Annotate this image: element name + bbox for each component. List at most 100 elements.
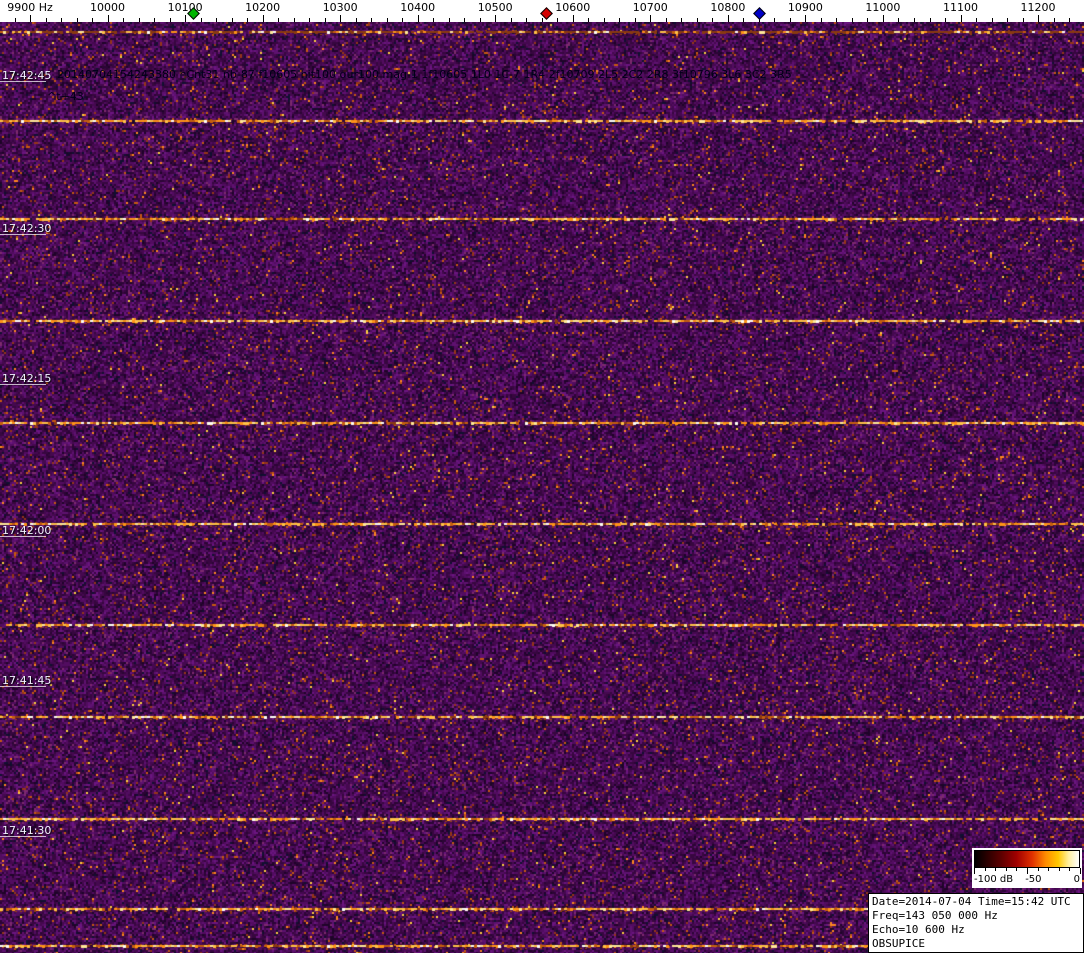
- freq-minor-tick: [247, 18, 249, 22]
- freq-minor-tick: [200, 18, 202, 22]
- freq-minor-tick: [154, 18, 156, 22]
- freq-tick-label: 9900 Hz: [7, 1, 53, 14]
- freq-major-tick: [572, 15, 574, 22]
- time-tick-line: [0, 81, 46, 82]
- time-tick-line: [0, 686, 46, 687]
- freq-major-tick: [805, 15, 807, 22]
- freq-minor-tick: [45, 18, 47, 22]
- freq-major-tick: [495, 15, 497, 22]
- freq-minor-tick: [681, 18, 683, 22]
- freq-tick-label: 11200: [1020, 1, 1056, 14]
- freq-minor-tick: [898, 18, 900, 22]
- freq-major-tick: [30, 15, 31, 22]
- freq-minor-tick: [92, 18, 93, 22]
- freq-minor-tick: [402, 18, 404, 22]
- legend-mid-label: -50: [1025, 874, 1042, 885]
- freq-major-tick: [650, 15, 652, 22]
- freq-minor-tick: [541, 18, 543, 22]
- info-freq-line: Freq=143 050 000 Hz: [872, 909, 998, 922]
- legend-tick: [1058, 868, 1060, 871]
- legend-min-label: -100 dB: [974, 874, 1014, 885]
- freq-minor-tick: [278, 18, 280, 22]
- freq-tick-label: 10500: [477, 1, 513, 14]
- legend-tick: [984, 868, 986, 871]
- freq-minor-tick: [309, 18, 311, 22]
- info-station-line: OBSUPICE: [872, 937, 925, 950]
- freq-tick-label: 11100: [943, 1, 978, 14]
- freq-minor-tick: [820, 18, 822, 22]
- legend-label-row: -100 dB -50 0: [974, 874, 1080, 886]
- freq-minor-tick: [479, 18, 481, 22]
- freq-minor-tick: [774, 18, 776, 22]
- station-info-box: Date=2014-07-04 Time=15:42 UTC Freq=143 …: [868, 893, 1084, 953]
- freq-minor-tick: [293, 18, 295, 22]
- legend-tick: [1016, 868, 1018, 871]
- time-tick-line: [0, 384, 46, 385]
- legend-tick: [1069, 868, 1071, 871]
- freq-minor-tick: [14, 18, 16, 22]
- info-date-line: Date=2014-07-04 Time=15:42 UTC: [872, 895, 1071, 908]
- freq-tick-label: 10800: [710, 1, 746, 14]
- freq-minor-tick: [665, 18, 667, 22]
- color-gradient-bar: [974, 850, 1080, 868]
- freq-major-tick: [185, 15, 187, 22]
- freq-minor-tick: [588, 18, 590, 22]
- marker-blue-diamond[interactable]: [753, 7, 766, 20]
- freq-tick-label: 10700: [632, 1, 668, 14]
- freq-minor-tick: [324, 18, 326, 22]
- freq-minor-tick: [61, 18, 62, 22]
- spectrogram-canvas[interactable]: [0, 22, 1084, 953]
- spectrogram-screen: 9900 Hz 10000 10100 10200 10300 10400 10500 106…: [0, 0, 1084, 953]
- freq-minor-tick: [371, 18, 373, 22]
- freq-minor-tick: [386, 18, 388, 22]
- freq-minor-tick: [355, 18, 357, 22]
- freq-minor-tick: [634, 18, 636, 22]
- freq-major-tick: [107, 15, 109, 22]
- freq-major-tick: [882, 15, 884, 22]
- freq-minor-tick: [603, 18, 605, 22]
- event-annotation: 20140704154243380 hCnt31 nb-87 f10605 hi…: [57, 68, 792, 81]
- freq-major-tick: [1038, 15, 1039, 22]
- freq-minor-tick: [1053, 18, 1055, 22]
- freq-minor-tick: [945, 18, 946, 22]
- freq-minor-tick: [991, 18, 993, 22]
- freq-minor-tick: [448, 18, 450, 22]
- time-tick-line: [0, 836, 46, 837]
- freq-major-tick: [262, 15, 264, 22]
- freq-major-tick: [417, 15, 419, 22]
- event-note: ^t+43: [47, 90, 84, 103]
- freq-minor-tick: [914, 18, 915, 22]
- freq-minor-tick: [789, 18, 791, 22]
- freq-minor-tick: [510, 18, 512, 22]
- freq-minor-tick: [1007, 18, 1008, 22]
- legend-tick: [995, 868, 997, 871]
- freq-minor-tick: [712, 18, 714, 22]
- freq-major-tick: [727, 15, 729, 22]
- freq-minor-tick: [836, 18, 838, 22]
- freq-tick-label: 10900: [787, 1, 823, 14]
- freq-major-tick: [960, 15, 962, 22]
- freq-minor-tick: [696, 18, 698, 22]
- time-tick-line: [0, 234, 46, 235]
- time-tick-line: [0, 536, 46, 537]
- freq-minor-tick: [851, 18, 853, 22]
- freq-minor-tick: [231, 18, 233, 22]
- freq-minor-tick: [1069, 18, 1070, 22]
- legend-tick: [1005, 868, 1007, 871]
- freq-minor-tick: [76, 18, 78, 22]
- freq-minor-tick: [169, 18, 171, 22]
- freq-tick-label: 10000: [90, 1, 125, 14]
- freq-minor-tick: [216, 18, 218, 22]
- freq-minor-tick: [138, 18, 140, 22]
- freq-major-tick: [340, 15, 342, 22]
- freq-tick-label: 10200: [245, 1, 281, 14]
- freq-minor-tick: [867, 18, 869, 22]
- freq-minor-tick: [976, 18, 977, 22]
- freq-minor-tick: [433, 18, 435, 22]
- freq-minor-tick: [464, 18, 466, 22]
- freq-tick-label: 10600: [555, 1, 591, 14]
- freq-minor-tick: [929, 18, 931, 22]
- freq-minor-tick: [619, 18, 621, 22]
- freq-minor-tick: [123, 18, 124, 22]
- legend-tick: [1048, 868, 1050, 871]
